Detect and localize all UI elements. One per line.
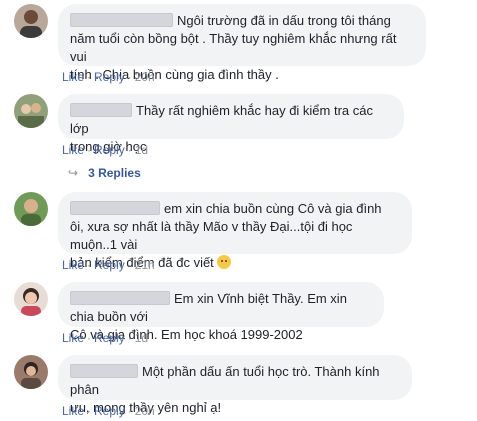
avatar[interactable] <box>14 355 48 389</box>
avatar[interactable] <box>14 94 48 128</box>
comment-text-line: Ngôi trường đã in dấu trong tôi tháng <box>177 13 391 28</box>
comment-bubble: Em xin Vĩnh biệt Thầy. Em xin chia buồn … <box>58 282 384 342</box>
avatar[interactable] <box>14 4 48 38</box>
comment-actions: Like · Reply · 1d <box>62 143 149 157</box>
replies-count: 3 Replies <box>88 166 141 180</box>
view-replies-link[interactable]: ↪ 3 Replies <box>68 166 141 180</box>
comment-actions: Like · Reply · 20h <box>62 404 155 418</box>
comment-actions: Like · Reply · 20h <box>62 70 155 84</box>
reply-link[interactable]: Reply <box>94 258 125 272</box>
comment-bubble: Thầy rất nghiêm khắc hay đi kiểm tra các… <box>58 94 404 154</box>
commenter-name[interactable] <box>70 13 173 27</box>
like-link[interactable]: Like <box>62 143 84 157</box>
reply-link[interactable]: Reply <box>94 143 125 157</box>
timestamp[interactable]: 1d <box>135 143 148 157</box>
sad-face-emoji-icon <box>217 255 232 269</box>
like-link[interactable]: Like <box>62 70 84 84</box>
avatar[interactable] <box>14 192 48 226</box>
comment-text-line: năm tuổi còn bồng bột . Thầy tuy nghiêm … <box>70 31 397 64</box>
reply-link[interactable]: Reply <box>94 331 125 345</box>
timestamp[interactable]: 20h <box>135 70 155 84</box>
comment-bubble: em xin chia buồn cùng Cô và gia đình ôi,… <box>58 192 412 270</box>
comment-actions: Like · Reply · 1d <box>62 331 149 345</box>
commenter-name[interactable] <box>70 364 138 378</box>
reply-link[interactable]: Reply <box>94 404 125 418</box>
comment-text-line: em xin chia buồn cùng Cô và gia đình <box>164 201 382 216</box>
comment-text-line: ôi, xưa sợ nhất là thầy Mão v thầy Đại..… <box>70 219 353 252</box>
commenter-name[interactable] <box>70 291 170 305</box>
like-link[interactable]: Like <box>62 258 84 272</box>
reply-link[interactable]: Reply <box>94 70 125 84</box>
comment-bubble: Ngôi trường đã in dấu trong tôi tháng nă… <box>58 4 426 82</box>
reply-arrow-icon: ↪ <box>68 166 79 180</box>
comment-actions: Like · Reply · 21h <box>62 258 155 272</box>
avatar[interactable] <box>14 282 48 316</box>
like-link[interactable]: Like <box>62 331 84 345</box>
commenter-name[interactable] <box>70 201 160 215</box>
timestamp[interactable]: 20h <box>135 404 155 418</box>
comment-bubble: Một phần dấu ấn tuổi học trò. Thành kính… <box>58 355 412 415</box>
timestamp[interactable]: 1d <box>135 331 148 345</box>
timestamp[interactable]: 21h <box>135 258 155 272</box>
commenter-name[interactable] <box>70 103 132 117</box>
like-link[interactable]: Like <box>62 404 84 418</box>
